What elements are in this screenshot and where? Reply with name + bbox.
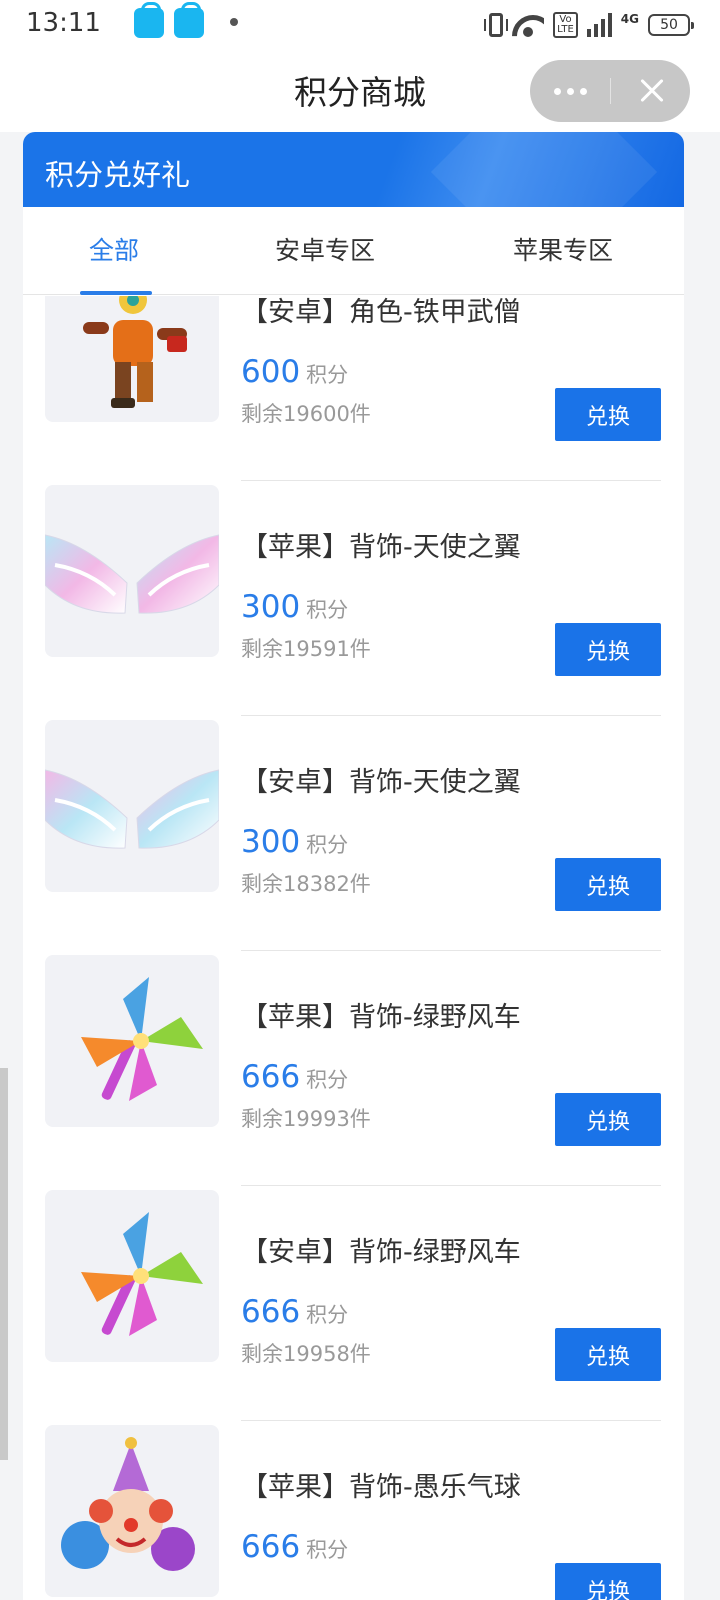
item-name: 【安卓】角色-铁甲武僧 [241,297,521,328]
network-type: 4G [620,12,639,26]
points-value: 666 [241,1059,301,1095]
battery-icon: 50 [648,14,694,36]
notification-dot-icon [230,18,238,26]
redeem-button[interactable]: 兑换 [555,1563,661,1600]
item-name: 【苹果】背饰-绿野风车 [241,1002,521,1033]
tab-all[interactable]: 全部 [89,231,139,267]
points-value: 666 [241,1294,301,1330]
tab-android[interactable]: 安卓专区 [275,231,375,267]
redeem-button[interactable]: 兑换 [555,1093,661,1146]
tab-ios[interactable]: 苹果专区 [513,231,613,267]
points-unit: 积分 [306,1068,349,1092]
redeem-button[interactable]: 兑换 [555,858,661,911]
item-stock: 剩余19993件 [241,1107,371,1131]
tab-active-indicator [80,291,152,295]
points-value: 600 [241,354,301,390]
angel-wings-icon[interactable] [45,485,219,657]
points-unit: 积分 [306,1538,349,1562]
tab-bar: 全部 安卓专区 苹果专区 [23,207,684,295]
signal-icon [586,13,612,37]
points-value: 300 [241,589,301,625]
item-name: 【苹果】背饰-愚乐气球 [241,1472,521,1503]
item-name: 【安卓】背饰-绿野风车 [241,1237,521,1268]
title-bar: 积分商城 [0,50,720,132]
redeem-button[interactable]: 兑换 [555,623,661,676]
list-item: 【安卓】角色-铁甲武僧 600 积分 剩余19600件 兑换 [23,296,684,481]
clown-balloon-icon[interactable] [45,1425,219,1597]
item-stock: 剩余19591件 [241,637,371,661]
item-stock: 剩余19600件 [241,402,371,426]
volte-icon: Vo LTE [553,12,578,38]
item-stock: 剩余19958件 [241,1342,371,1366]
item-points: 300 积分 [241,824,348,860]
redeem-button[interactable]: 兑换 [555,1328,661,1381]
status-time: 13:11 [26,8,101,38]
item-name: 【安卓】背饰-天使之翼 [241,767,521,798]
banner: 积分兑好礼 [23,132,684,207]
item-points: 300 积分 [241,589,348,625]
armored-monk-icon[interactable] [45,296,219,422]
list-item: 【苹果】背饰-愚乐气球 666 积分 兑换 [23,1407,684,1600]
banner-title: 积分兑好礼 [45,158,191,192]
scrollbar[interactable] [0,1068,8,1460]
points-mall-card: 积分兑好礼 全部 安卓专区 苹果专区 【安卓】角色-铁甲武僧 600 积分 剩余… [23,132,684,1600]
list-item: 【苹果】背饰-绿野风车 666 积分 剩余19993件 兑换 [23,937,684,1186]
item-points: 666 积分 [241,1294,348,1330]
points-value: 300 [241,824,301,860]
angel-wings-icon[interactable] [45,720,219,892]
points-value: 666 [241,1529,301,1565]
more-button[interactable] [530,60,610,122]
vibrate-icon [484,13,509,37]
list-item: 【安卓】背饰-绿野风车 666 积分 剩余19958件 兑换 [23,1172,684,1421]
redeem-button[interactable]: 兑换 [555,388,661,441]
points-unit: 积分 [306,1303,349,1327]
pinwheel-icon[interactable] [45,955,219,1127]
pinwheel-icon[interactable] [45,1190,219,1362]
product-list: 【安卓】角色-铁甲武僧 600 积分 剩余19600件 兑换 【苹果】背饰-天使… [23,296,684,1600]
points-unit: 积分 [306,598,349,622]
item-points: 600 积分 [241,354,348,390]
status-icons: Vo LTE 4G 50 [484,8,694,42]
points-unit: 积分 [306,833,349,857]
list-item: 【安卓】背饰-天使之翼 300 积分 剩余18382件 兑换 [23,702,684,951]
shopping-bag-icon [174,2,204,38]
close-button[interactable] [611,60,690,122]
item-points: 666 积分 [241,1059,348,1095]
item-name: 【苹果】背饰-天使之翼 [241,532,521,563]
wifi-icon [512,13,544,37]
item-points: 666 积分 [241,1529,348,1565]
shopping-bag-icon [134,2,164,38]
list-item: 【苹果】背饰-天使之翼 300 积分 剩余19591件 兑换 [23,467,684,716]
mini-program-capsule [530,60,690,122]
points-unit: 积分 [306,363,349,387]
item-stock: 剩余18382件 [241,872,371,896]
status-bar: 13:11 Vo LTE 4G 50 [0,0,720,50]
